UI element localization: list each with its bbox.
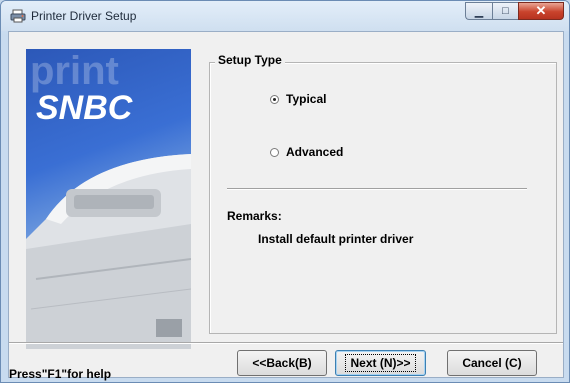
setup-type-group [209, 62, 557, 334]
group-separator [227, 188, 527, 190]
footer-divider [9, 342, 563, 344]
printer-icon [10, 9, 26, 23]
setup-type-legend: Setup Type [215, 53, 285, 67]
help-hint: Press"F1"for help [9, 367, 112, 381]
remarks-text: Install default printer driver [258, 232, 414, 246]
next-button-label: Next (N)>> [345, 354, 416, 372]
radio-typical-label: Typical [286, 92, 327, 106]
caption-buttons: ▁ □ ✕ [465, 2, 564, 21]
setup-banner-image: print SNBC [26, 49, 191, 349]
radio-advanced-label: Advanced [286, 145, 344, 159]
remarks-label: Remarks: [227, 209, 282, 223]
minimize-button[interactable]: ▁ [465, 2, 492, 20]
dialog-client: print SNBC Setup Type Typical Advanced R… [8, 31, 564, 381]
close-button[interactable]: ✕ [518, 2, 564, 20]
next-button[interactable]: Next (N)>> [335, 350, 426, 376]
back-button[interactable]: <<Back(B) [237, 350, 327, 376]
radio-advanced-indicator [270, 147, 279, 157]
title-bar[interactable]: Printer Driver Setup ▁ □ ✕ [1, 1, 569, 31]
back-button-label: <<Back(B) [252, 356, 312, 370]
radio-advanced[interactable]: Advanced [270, 145, 343, 159]
cancel-button[interactable]: Cancel (C) [447, 350, 537, 376]
maximize-icon: □ [502, 5, 509, 17]
window-title: Printer Driver Setup [31, 9, 137, 23]
radio-selected-dot [273, 97, 276, 101]
radio-typical[interactable]: Typical [270, 92, 326, 106]
setup-window: Printer Driver Setup ▁ □ ✕ print SNBC Se… [0, 0, 570, 383]
radio-typical-indicator [270, 94, 279, 104]
printer-illustration: print SNBC [26, 49, 191, 349]
snbc-logo: SNBC [36, 89, 133, 127]
banner-watermark: print [30, 49, 119, 93]
maximize-button[interactable]: □ [492, 2, 518, 20]
close-icon: ✕ [535, 3, 547, 18]
minimize-icon: ▁ [474, 5, 484, 18]
cancel-button-label: Cancel (C) [462, 356, 522, 370]
